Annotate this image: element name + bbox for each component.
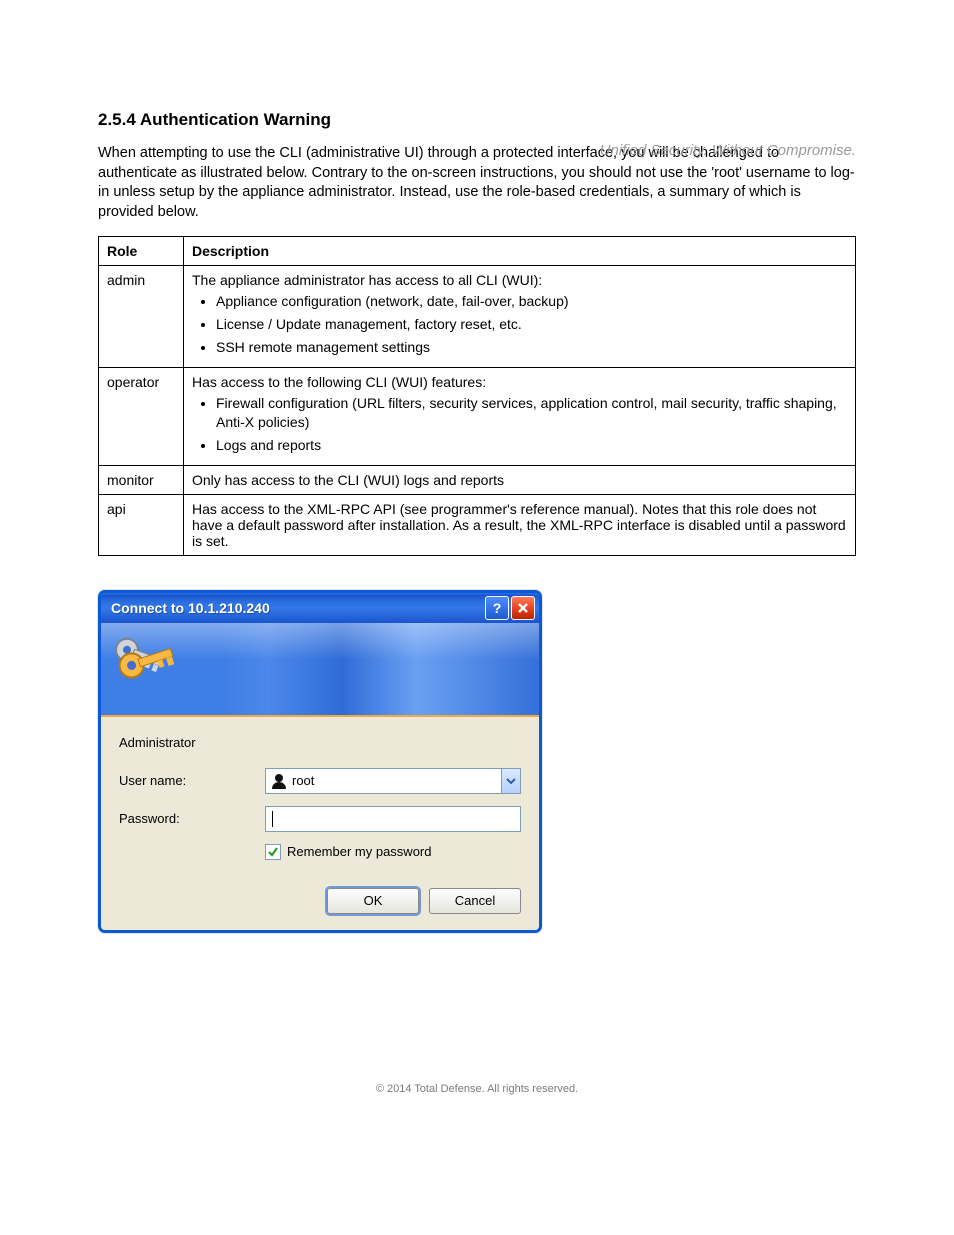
username-value: root [292,773,501,788]
role-cell: operator [99,367,184,465]
role-cell: api [99,494,184,555]
col-description: Description [184,237,856,266]
col-role: Role [99,237,184,266]
text-caret [272,811,273,827]
remember-password-label: Remember my password [287,844,432,859]
user-icon [270,772,288,790]
role-cell: admin [99,266,184,368]
list-item: Logs and reports [216,436,847,455]
list-item: License / Update management, factory res… [216,315,847,334]
cancel-button[interactable]: Cancel [429,888,521,914]
role-cell: monitor [99,465,184,494]
tagline: Unified Security. Without Compromise. [600,142,856,159]
table-header-row: Role Description [99,237,856,266]
close-button[interactable] [511,596,535,620]
dialog-title: Connect to 10.1.210.240 [111,600,270,616]
help-button[interactable]: ? [485,596,509,620]
password-field[interactable] [265,806,521,832]
table-row: admin The appliance administrator has ac… [99,266,856,368]
keys-icon [101,623,201,715]
desc-cell: Has access to the XML-RPC API (see progr… [184,494,856,555]
username-field[interactable]: root [265,768,521,794]
list-item: SSH remote management settings [216,338,847,357]
desc-cell: Only has access to the CLI (WUI) logs an… [184,465,856,494]
table-row: api Has access to the XML-RPC API (see p… [99,494,856,555]
desc-intro: The appliance administrator has access t… [192,272,542,288]
check-icon [267,846,279,858]
roles-table: Role Description admin The appliance adm… [98,236,856,555]
realm-text: Administrator [119,735,521,750]
table-row: operator Has access to the following CLI… [99,367,856,465]
list-item: Firewall configuration (URL filters, sec… [216,394,847,432]
chevron-down-icon [506,777,516,785]
credential-dialog: Connect to 10.1.210.240 ? [98,590,542,933]
desc-cell: The appliance administrator has access t… [184,266,856,368]
password-label: Password: [119,811,265,826]
list-item: Appliance configuration (network, date, … [216,292,847,311]
remember-password-checkbox[interactable] [265,844,281,860]
help-icon: ? [493,600,502,616]
section-heading: 2.5.4 Authentication Warning [98,110,856,130]
username-dropdown-button[interactable] [501,769,520,793]
desc-intro: Has access to the following CLI (WUI) fe… [192,374,486,390]
username-label: User name: [119,773,265,788]
table-row: monitor Only has access to the CLI (WUI)… [99,465,856,494]
footer-copyright: © 2014 Total Defense. All rights reserve… [98,1083,856,1095]
dialog-banner [101,623,539,717]
ok-button[interactable]: OK [327,888,419,914]
titlebar[interactable]: Connect to 10.1.210.240 ? [101,593,539,623]
desc-cell: Has access to the following CLI (WUI) fe… [184,367,856,465]
close-icon [517,602,529,614]
